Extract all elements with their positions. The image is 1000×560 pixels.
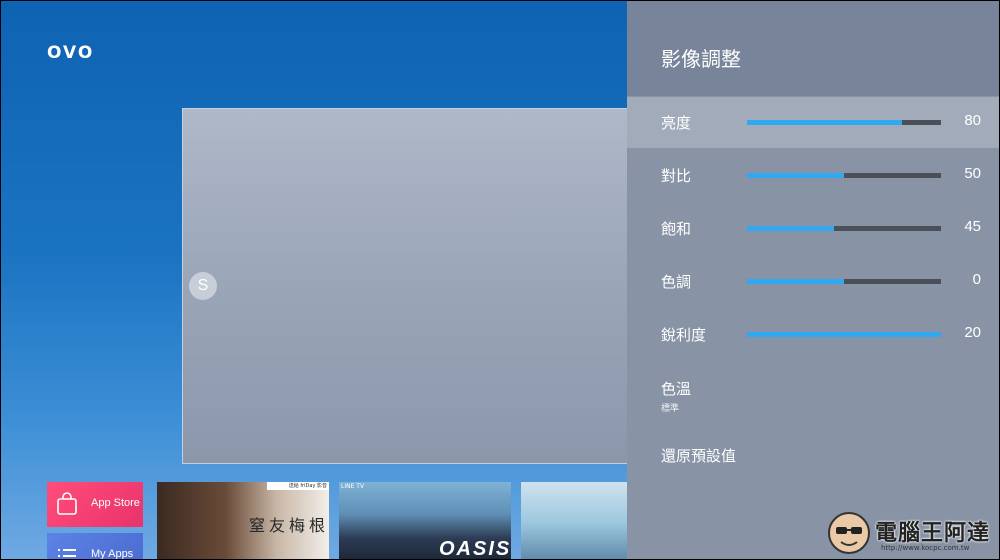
reset-defaults-option[interactable]: 還原預設值 [661, 445, 736, 466]
brightness-slider[interactable] [747, 120, 941, 125]
slider-fill [747, 226, 835, 231]
hue-slider[interactable] [747, 279, 941, 284]
slider-value: 20 [964, 324, 981, 341]
contrast-row[interactable]: 對比 50 [627, 150, 999, 201]
poster-tile-2[interactable]: LINE TV OASIS [339, 482, 511, 560]
color-temp-option[interactable]: 色溫 [661, 378, 691, 399]
poster-tile-1[interactable]: 送給 friDay 影音 窒友梅根 [157, 482, 329, 559]
slider-fill [747, 332, 941, 337]
app-store-label: App Store [91, 497, 140, 509]
slider-fill [747, 173, 844, 178]
poster-banner: LINE TV [341, 483, 365, 490]
poster-tile-3[interactable] [521, 482, 629, 559]
list-icon [58, 549, 76, 557]
watermark-url: http://www.kocpc.com.tw [881, 544, 970, 552]
source-badge[interactable]: S [189, 272, 217, 300]
shopping-bag-icon [57, 492, 77, 515]
hue-row[interactable]: 色調 0 [627, 256, 999, 307]
my-apps-tile[interactable]: My Apps [47, 533, 143, 560]
slider-fill [747, 279, 844, 284]
panel-title: 影像調整 [661, 47, 741, 71]
slider-value: 45 [964, 218, 981, 235]
brand-logo: OVO [47, 43, 95, 63]
poster-banner: 送給 friDay 影音 [267, 482, 329, 490]
slider-value: 0 [972, 271, 981, 288]
slider-label: 銳利度 [661, 326, 707, 344]
brightness-row[interactable]: 亮度 80 [627, 97, 999, 148]
poster-title: OASIS [439, 538, 511, 560]
saturation-slider[interactable] [747, 226, 941, 231]
slider-fill [747, 120, 903, 125]
picture-settings-panel: 影像調整 亮度 80 對比 50 飽和 45 色調 0 銳利度 20 色溫 標準 [627, 1, 999, 559]
poster-title: 窒友梅根 [249, 516, 329, 535]
slider-label: 對比 [661, 167, 692, 185]
color-temp-value: 標準 [661, 404, 680, 414]
slider-value: 80 [964, 112, 981, 129]
sharpness-row[interactable]: 銳利度 20 [627, 309, 999, 360]
slider-value: 50 [964, 165, 981, 182]
slider-label: 亮度 [661, 114, 692, 132]
my-apps-label: My Apps [91, 548, 134, 560]
slider-label: 飽和 [661, 220, 692, 238]
live-preview-window[interactable] [182, 108, 628, 464]
saturation-row[interactable]: 飽和 45 [627, 203, 999, 254]
tv-launcher-screen: OVO S App Store My Apps 送給 friDay 影音 窒友梅… [0, 0, 1000, 560]
mascot-icon [828, 512, 870, 554]
site-watermark: 電腦王阿達 http://www.kocpc.com.tw [825, 509, 995, 557]
contrast-slider[interactable] [747, 173, 941, 178]
app-store-tile[interactable]: App Store [47, 482, 143, 527]
panel-header: 影像調整 [627, 1, 999, 96]
watermark-text: 電腦王阿達 [875, 521, 991, 546]
sharpness-slider[interactable] [747, 332, 941, 337]
slider-label: 色調 [661, 273, 692, 291]
